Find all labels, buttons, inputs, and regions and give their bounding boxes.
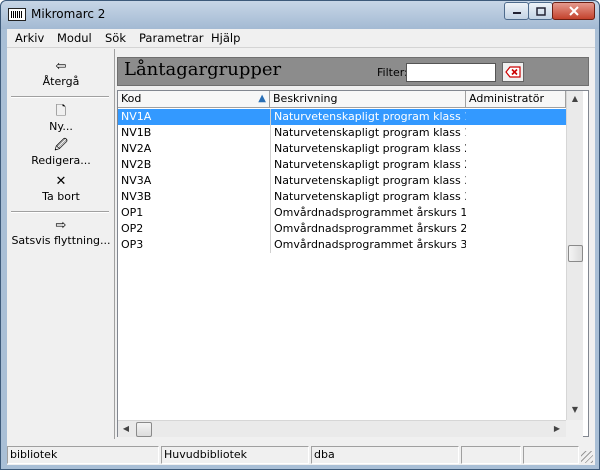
arrow-left-icon: ⇦ (55, 59, 67, 74)
status-library: bibliotek (7, 446, 159, 464)
menu-arkiv[interactable]: Arkiv (15, 31, 44, 45)
cell-beskrivning: Naturvetenskapligt program klass 3A (270, 173, 466, 189)
app-window: Mikromarc 2 Arkiv Modul Sök Parametrar H… (0, 0, 600, 470)
vertical-scroll-thumb[interactable] (568, 245, 583, 262)
cell-beskrivning: Naturvetenskapligt program klass 2A (270, 141, 466, 157)
cell-kod: NV3A (121, 174, 152, 187)
table-row[interactable]: NV2A Naturvetenskapligt program klass 2A (118, 141, 566, 157)
batch-move-label: Satsvis flyttning... (11, 234, 111, 247)
clear-filter-icon (505, 66, 521, 78)
column-header-administrator[interactable]: Administratör (466, 91, 566, 108)
cell-kod: OP2 (121, 222, 144, 235)
menu-parametrar[interactable]: Parametrar (139, 31, 204, 45)
maximize-icon (535, 6, 546, 16)
new-document-icon: 🗋 (55, 104, 67, 119)
panel-header: Låntagargrupper Filter: (117, 57, 589, 86)
delete-button[interactable]: ✕ Ta bort (7, 174, 115, 203)
action-toolbar: ⇦ Återgå 🗋 Ny... 🖉 Redigera... ✕ Ta bort… (7, 49, 115, 439)
group-table[interactable]: Kod ▲ Beskrivning Administratör NV1A Natu… (117, 90, 589, 437)
toolbar-divider (11, 96, 109, 98)
vertical-scrollbar[interactable]: ▲ ▼ (566, 91, 583, 420)
close-icon (568, 6, 579, 16)
table-row[interactable]: OP3 Omvårdnadsprogrammet årskurs 3 (118, 237, 566, 253)
new-button[interactable]: 🗋 Ny... (7, 104, 115, 133)
table-row[interactable]: NV1B Naturvetenskapligt program klass 1B (118, 125, 566, 141)
cell-beskrivning: Omvårdnadsprogrammet årskurs 1 (270, 205, 466, 221)
window-title: Mikromarc 2 (31, 7, 106, 21)
minimize-button[interactable] (504, 2, 529, 20)
menu-hjalp[interactable]: Hjälp (211, 31, 240, 45)
sort-ascending-icon: ▲ (258, 93, 266, 104)
table-row[interactable]: NV1A Naturvetenskapligt program klass 1A (118, 109, 566, 125)
cell-beskrivning: Naturvetenskapligt program klass 1A (270, 109, 466, 125)
table-row[interactable]: NV3A Naturvetenskapligt program klass 3A (118, 173, 566, 189)
app-icon (8, 8, 26, 21)
cell-beskrivning: Naturvetenskapligt program klass 1B (270, 125, 466, 141)
status-field (461, 446, 521, 464)
edit-label: Redigera... (31, 154, 91, 167)
scroll-left-icon[interactable]: ◀ (118, 421, 134, 437)
batch-move-icon: ⇨ (55, 218, 67, 233)
horizontal-scrollbar[interactable]: ◀ ▶ (118, 420, 566, 437)
client-area: Arkiv Modul Sök Parametrar Hjälp ⇦ Återg… (7, 29, 595, 465)
column-header-beskrivning[interactable]: Beskrivning (270, 91, 466, 108)
back-label: Återgå (42, 75, 80, 88)
column-header-kod[interactable]: Kod ▲ (118, 91, 270, 108)
scroll-up-icon[interactable]: ▲ (567, 91, 583, 107)
cell-beskrivning: Omvårdnadsprogrammet årskurs 2 (270, 221, 466, 237)
edit-document-icon: 🖉 (54, 138, 68, 153)
scroll-down-icon[interactable]: ▼ (567, 402, 583, 418)
table-row[interactable]: OP2 Omvårdnadsprogrammet årskurs 2 (118, 221, 566, 237)
cell-beskrivning: Naturvetenskapligt program klass 2B (270, 157, 466, 173)
toolbar-divider (11, 211, 109, 213)
filter-input[interactable] (406, 63, 496, 82)
scroll-right-icon[interactable]: ▶ (549, 421, 565, 437)
scroll-corner (566, 420, 583, 437)
cell-beskrivning: Naturvetenskapligt program klass 3B (270, 189, 466, 205)
status-user: dba (311, 446, 459, 464)
status-branch: Huvudbibliotek (161, 446, 309, 464)
cell-kod: OP3 (121, 238, 144, 251)
resize-grip[interactable] (581, 451, 593, 463)
minimize-icon (512, 12, 521, 14)
cell-beskrivning: Omvårdnadsprogrammet årskurs 3 (270, 237, 466, 253)
column-header-label: Kod (121, 92, 142, 105)
table-row[interactable]: NV3B Naturvetenskapligt program klass 3B (118, 189, 566, 205)
edit-button[interactable]: 🖉 Redigera... (7, 138, 115, 167)
back-button[interactable]: ⇦ Återgå (7, 59, 115, 88)
cell-kod: NV1A (121, 110, 152, 123)
cell-kod: NV1B (121, 126, 152, 139)
table-row[interactable]: OP1 Omvårdnadsprogrammet årskurs 1 (118, 205, 566, 221)
delete-x-icon: ✕ (55, 174, 67, 189)
filter-label: Filter: (377, 66, 408, 79)
title-bar[interactable]: Mikromarc 2 (1, 1, 599, 29)
close-button[interactable] (552, 2, 595, 20)
page-title: Låntagargrupper (124, 59, 282, 80)
table-row[interactable]: NV2B Naturvetenskapligt program klass 2B (118, 157, 566, 173)
clear-filter-button[interactable] (502, 62, 524, 82)
cell-kod: OP1 (121, 206, 144, 219)
delete-label: Ta bort (42, 190, 80, 203)
menu-bar: Arkiv Modul Sök Parametrar Hjälp (7, 29, 595, 48)
main-panel: Låntagargrupper Filter: Kod ▲ Beskrivnin… (117, 57, 589, 437)
maximize-button[interactable] (528, 2, 553, 20)
menu-sok[interactable]: Sök (105, 31, 126, 45)
horizontal-scroll-thumb[interactable] (136, 422, 152, 437)
status-bar: bibliotek Huvudbibliotek dba (7, 445, 595, 465)
cell-kod: NV2B (121, 158, 152, 171)
new-label: Ny... (49, 120, 73, 133)
menu-modul[interactable]: Modul (57, 31, 92, 45)
status-field (523, 446, 579, 464)
cell-kod: NV2A (121, 142, 152, 155)
batch-move-button[interactable]: ⇨ Satsvis flyttning... (7, 218, 115, 247)
cell-kod: NV3B (121, 190, 152, 203)
